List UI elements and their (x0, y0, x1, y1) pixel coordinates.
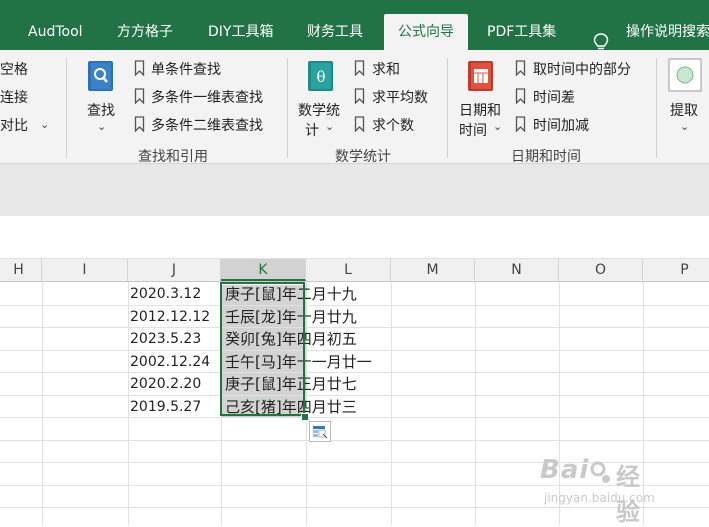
group-divider (656, 58, 657, 158)
column-header-l[interactable]: L (306, 259, 391, 281)
cell-date[interactable]: 2023.5.23 (130, 327, 225, 349)
column-header-j[interactable]: J (128, 259, 221, 281)
column-header-p[interactable]: P (643, 259, 709, 281)
chevron-down-icon: ⌄ (680, 120, 690, 133)
ribbon-item-space[interactable]: 空格 (0, 59, 28, 79)
group-divider (287, 58, 288, 158)
column-header-h[interactable]: H (0, 259, 42, 281)
count-item[interactable]: 求个数 (372, 115, 414, 135)
bookmark-icon (354, 116, 365, 132)
bookmark-icon (515, 60, 526, 76)
tab-finance[interactable]: 财务工具 (307, 12, 363, 50)
cell-date[interactable]: 2002.12.24 (130, 350, 225, 372)
group-title-lookup: 查找和引用 (138, 149, 208, 165)
watermark-brand: Bai (540, 455, 590, 485)
multi-condition-2d-lookup[interactable]: 多条件二维表查找 (151, 115, 263, 135)
ribbon-item-connect[interactable]: 连接 (0, 87, 28, 107)
lookup-book-icon[interactable] (86, 59, 116, 93)
chevron-down-icon: ⌄ (40, 118, 50, 131)
column-header-row: H I J K L M N O P (0, 259, 709, 282)
tab-ffgz[interactable]: 方方格子 (117, 12, 173, 50)
ribbon: 空格 连接 对比 ⌄ 查找 ⌄ 单条件查找 多条件一维表查找 多条件二维表查找 … (0, 50, 709, 165)
datetime-button-label-1[interactable]: 日期和 (459, 100, 501, 120)
average-item[interactable]: 求平均数 (372, 87, 428, 107)
ribbon-item-compare[interactable]: 对比 (0, 115, 28, 135)
chevron-down-icon: ⌄ (97, 120, 107, 133)
fill-handle[interactable] (301, 413, 309, 421)
column-header-m[interactable]: M (391, 259, 475, 281)
formula-bar-area (0, 164, 709, 216)
time-diff-item[interactable]: 时间差 (533, 87, 575, 107)
cell-date[interactable]: 2019.5.27 (130, 395, 225, 417)
time-part-item[interactable]: 取时间中的部分 (533, 59, 631, 79)
single-condition-lookup[interactable]: 单条件查找 (151, 59, 221, 79)
tell-me-search[interactable]: 操作说明搜索 (626, 12, 709, 50)
sum-item[interactable]: 求和 (372, 59, 400, 79)
quick-analysis-button[interactable] (309, 421, 331, 442)
calendar-icon[interactable] (466, 59, 496, 93)
bookmark-icon (515, 88, 526, 104)
cell-date[interactable]: 2020.2.20 (130, 372, 225, 394)
chevron-down-icon: ⌄ (493, 120, 503, 133)
bookmark-icon (134, 60, 145, 76)
column-header-n[interactable]: N (475, 259, 559, 281)
selection-border (220, 282, 305, 416)
chevron-down-icon: ⌄ (325, 120, 335, 133)
tab-audtool[interactable]: AudTool (28, 12, 83, 50)
svg-text:θ: θ (316, 68, 325, 86)
multi-condition-1d-lookup[interactable]: 多条件一维表查找 (151, 87, 263, 107)
extract-icon[interactable] (668, 58, 702, 92)
title-bar (0, 0, 709, 12)
stats-button-label-1[interactable]: 数学统 (298, 100, 340, 120)
column-header-k[interactable]: K (221, 259, 306, 281)
toolbar-blank-row (0, 216, 709, 259)
bookmark-icon (134, 116, 145, 132)
datetime-button-label-2[interactable]: 时间 (459, 120, 487, 140)
column-header-o[interactable]: O (559, 259, 643, 281)
group-title-stats: 数学统计 (335, 149, 391, 165)
ribbon-tab-bar: AudTool 方方格子 DIY工具箱 财务工具 公式向导 PDF工具集 操作说… (0, 12, 709, 52)
cell-date[interactable]: 2012.12.12 (130, 305, 225, 327)
column-header-i[interactable]: I (42, 259, 128, 281)
group-divider (447, 58, 448, 158)
tab-formula[interactable]: 公式向导 (384, 14, 468, 50)
extract-button-label[interactable]: 提取 (670, 100, 698, 120)
bookmark-icon (354, 60, 365, 76)
watermark-url: jingyan.baidu.com (544, 491, 655, 505)
lookup-button-label[interactable]: 查找 (87, 100, 115, 120)
time-add-item[interactable]: 时间加减 (533, 115, 589, 135)
quick-analysis-icon (313, 426, 328, 439)
bookmark-icon (134, 88, 145, 104)
stats-button-label-2[interactable]: 计 (305, 120, 319, 140)
cell-date[interactable]: 2020.3.12 (130, 282, 225, 304)
group-divider (66, 58, 67, 158)
tab-pdf[interactable]: PDF工具集 (487, 12, 556, 50)
group-title-datetime: 日期和时间 (511, 149, 581, 165)
tab-diy[interactable]: DIY工具箱 (208, 12, 273, 50)
bookmark-icon (354, 88, 365, 104)
bookmark-icon (515, 116, 526, 132)
theta-book-icon[interactable]: θ (306, 59, 336, 93)
